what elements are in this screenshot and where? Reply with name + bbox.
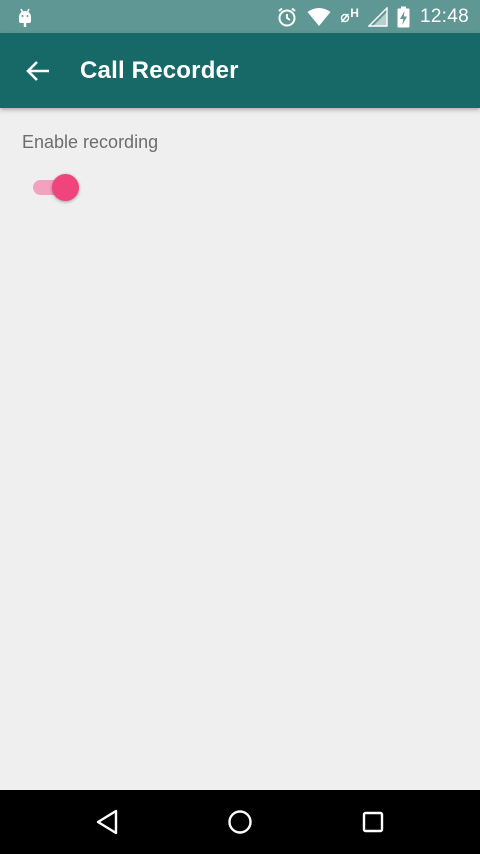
signal-icon	[367, 6, 388, 27]
arrow-back-icon	[26, 61, 49, 81]
nav-recents-button[interactable]	[353, 802, 393, 842]
enable-recording-label: Enable recording	[22, 132, 159, 152]
battery-charging-icon	[397, 6, 410, 28]
network-type-label: H	[350, 5, 359, 20]
back-triangle-icon	[96, 809, 118, 835]
status-time: 12:48	[419, 5, 469, 27]
nav-home-button[interactable]	[220, 802, 260, 842]
status-bar: H 12:48	[0, 0, 480, 33]
no-sim-h-icon: H	[340, 6, 359, 24]
wifi-icon	[307, 7, 331, 27]
nav-back-button[interactable]	[87, 802, 127, 842]
status-icons: H 12:48	[267, 0, 469, 33]
alarm-icon	[276, 6, 298, 28]
settings-content: Enable recording	[0, 108, 480, 790]
android-debug-icon	[14, 6, 36, 28]
app-bar: Call Recorder	[0, 33, 480, 108]
switch-thumb	[52, 174, 79, 201]
page-title: Call Recorder	[80, 57, 239, 84]
enable-recording-switch[interactable]	[30, 170, 82, 204]
back-button[interactable]	[18, 51, 58, 91]
navigation-bar	[0, 790, 480, 854]
home-circle-icon	[228, 810, 252, 834]
recents-square-icon	[362, 811, 384, 833]
